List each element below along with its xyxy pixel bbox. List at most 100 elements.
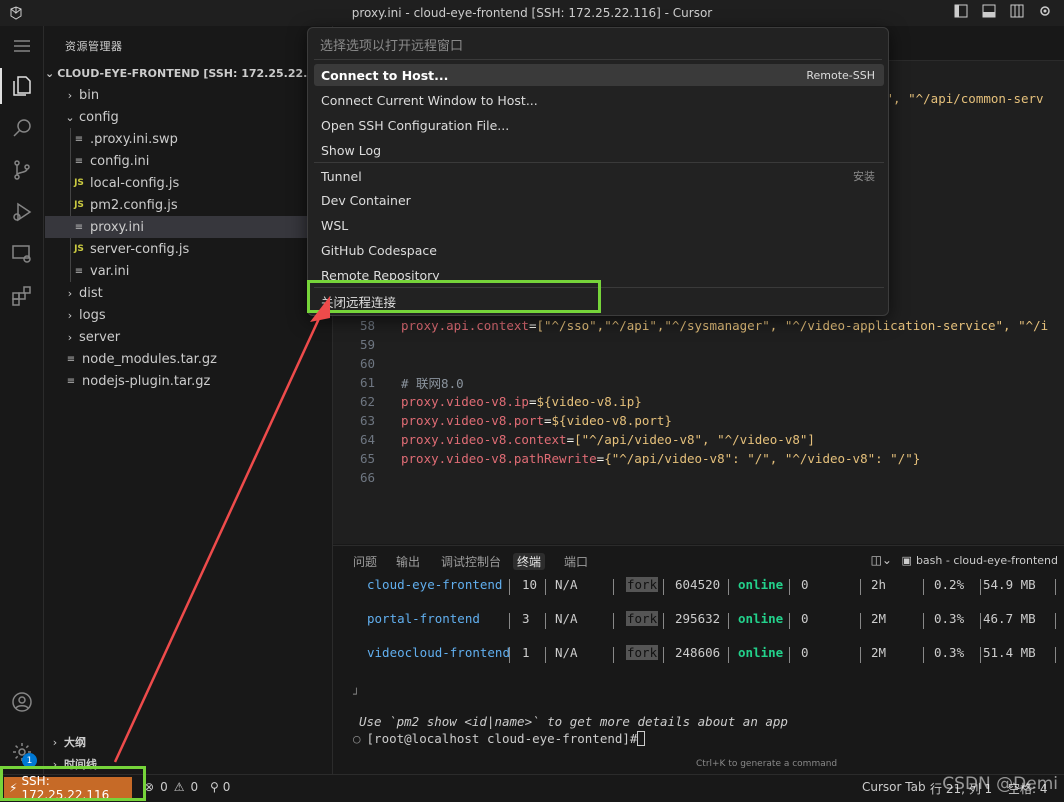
tree-item-label: dist	[79, 285, 103, 301]
process-restarts: 0	[801, 577, 809, 592]
code-equals: =	[596, 451, 605, 466]
chevron-right-icon: ›	[52, 757, 58, 771]
panel-tab[interactable]: 终端	[513, 553, 546, 570]
prompt-text: [root@localhost cloud-eye-frontend]#	[366, 731, 638, 746]
toggle-sidebar-icon[interactable]	[954, 4, 968, 22]
toggle-panel-icon[interactable]	[982, 4, 996, 22]
process-name: videocloud-frontend	[367, 645, 510, 660]
cursor-tab[interactable]: Cursor Tab	[862, 780, 926, 794]
tree-item-server[interactable]: › server	[45, 326, 333, 348]
panel-tab[interactable]: 端口	[564, 553, 588, 570]
explorer-title: 资源管理器	[65, 40, 123, 53]
bottom-panel: 问题 输出 调试控制台 终端 端口 ◫⌄ ▣ bash - cloud-eye-fron…	[333, 545, 1064, 774]
code-value: ${video-v8.port}	[551, 413, 672, 428]
code-comment: # 联网8.0	[401, 376, 464, 391]
activity-bar	[0, 26, 44, 774]
run-debug-icon[interactable]	[8, 198, 36, 226]
split-terminal-icon[interactable]: ◫⌄	[871, 553, 892, 567]
tree-item-label: pm2.config.js	[90, 197, 178, 213]
code-key: proxy.api.context	[401, 318, 529, 333]
source-control-icon[interactable]	[8, 156, 36, 184]
text-file-icon: ≡	[74, 221, 84, 233]
palette-item[interactable]: WSL	[314, 214, 884, 236]
workspace-root[interactable]: ⌄ CLOUD-EYE-FRONTEND [SSH: 172.25.22.116…	[45, 62, 335, 84]
code-line: 62 proxy.video-v8.ip = ${video-v8.ip}	[333, 392, 1064, 411]
remote-indicator[interactable]: ⚡ SSH: 172.25.22.116	[4, 774, 132, 802]
palette-item[interactable]: GitHub Codespace	[314, 239, 884, 261]
table-separator	[545, 613, 546, 629]
tree-item-dist[interactable]: › dist	[45, 282, 333, 304]
code-line: 59	[333, 335, 1064, 354]
tree-item-config-ini[interactable]: ≡ config.ini	[45, 150, 333, 172]
palette-input[interactable]	[314, 34, 882, 60]
terminal-name: bash - cloud-eye-frontend	[915, 554, 1058, 567]
table-separator	[789, 647, 790, 663]
ports-indicator[interactable]: ⚲ 0	[210, 780, 230, 794]
palette-item[interactable]: Connect Current Window to Host...	[314, 89, 884, 111]
process-pid: 604520	[675, 577, 721, 592]
tree-item-proxy-ini[interactable]: ≡ proxy.ini	[45, 216, 333, 238]
extensions-icon[interactable]	[8, 282, 36, 310]
explorer-icon[interactable]	[8, 72, 36, 100]
tree-item-node-modules-tar-gz[interactable]: ≡ node_modules.tar.gz	[45, 348, 333, 370]
tree-item-bin[interactable]: › bin	[45, 84, 333, 106]
palette-item[interactable]: Show Log	[314, 139, 884, 161]
tree-item-config[interactable]: ⌄ config	[45, 106, 333, 128]
panel-tab[interactable]: 问题	[353, 553, 377, 570]
chevron-down-icon: ⌄	[65, 110, 75, 124]
palette-item[interactable]: Dev Container	[314, 189, 884, 211]
settings-gear-icon[interactable]	[1038, 4, 1052, 22]
palette-item[interactable]: Open SSH Configuration File...	[314, 114, 884, 136]
palette-separator	[314, 287, 884, 288]
line-number: 66	[359, 470, 375, 485]
table-separator	[789, 579, 790, 595]
palette-item-detail: Remote-SSH	[806, 68, 875, 82]
shell-prompt[interactable]: ○ [root@localhost cloud-eye-frontend]#	[353, 731, 646, 746]
tree-item-label: .proxy.ini.swp	[90, 131, 178, 147]
process-uptime: 2h	[871, 577, 887, 592]
menu-icon[interactable]	[8, 32, 36, 60]
palette-item[interactable]: Tunnel 安装	[314, 165, 884, 187]
panel-tab[interactable]: 调试控制台	[441, 553, 501, 570]
code-value: ${video-v8.ip}	[536, 394, 642, 409]
terminal-cursor	[637, 731, 646, 746]
chevron-right-icon: ›	[67, 308, 73, 322]
tree-item-server-config-js[interactable]: JS server-config.js	[45, 238, 333, 260]
search-icon[interactable]	[8, 114, 36, 142]
accounts-icon[interactable]	[8, 688, 36, 716]
process-pid: 248606	[675, 645, 721, 660]
palette-item[interactable]: Remote Repository	[314, 264, 884, 286]
palette-item-detail: 安装	[853, 170, 875, 183]
javascript-file-icon: JS	[74, 244, 84, 254]
table-separator	[663, 613, 664, 629]
tree-item-proxy-ini-swp[interactable]: ≡ .proxy.ini.swp	[45, 128, 333, 150]
process-restarts: 0	[801, 645, 809, 660]
process-uptime: 2M	[871, 645, 887, 660]
problems-indicator[interactable]: ⊗ 0 ⚠ 0	[144, 780, 198, 794]
table-separator	[613, 613, 614, 629]
timeline-label: 时间线	[64, 758, 97, 771]
process-mode: fork	[626, 611, 659, 626]
tree-item-var-ini[interactable]: ≡ var.ini	[45, 260, 333, 282]
table-separator	[663, 579, 664, 595]
palette-item[interactable]: 关闭远程连接	[314, 290, 884, 312]
toggle-secondary-sidebar-icon[interactable]	[1010, 4, 1024, 22]
table-separator	[789, 613, 790, 629]
code-key: proxy.video-v8.context	[401, 432, 567, 447]
panel-tab[interactable]: 输出	[396, 553, 420, 570]
terminal-selector[interactable]: ▣ bash - cloud-eye-frontend	[902, 554, 1058, 567]
palette-item[interactable]: Connect to Host... Remote-SSH	[314, 64, 884, 86]
outline-section[interactable]: › 大纲	[45, 731, 333, 753]
timeline-section[interactable]: › 时间线	[45, 753, 333, 775]
tree-item-label: config.ini	[90, 153, 150, 169]
pm2-hint: Use `pm2 show <id|name>` to get more det…	[359, 714, 788, 729]
tree-item-pm2-config-js[interactable]: JS pm2.config.js	[45, 194, 333, 216]
table-separator	[509, 579, 510, 595]
tree-item-local-config-js[interactable]: JS local-config.js	[45, 172, 333, 194]
watermark: CSDN @Demi	[942, 774, 1058, 794]
remote-explorer-icon[interactable]	[8, 240, 36, 268]
remote-label: SSH: 172.25.22.116	[21, 774, 110, 802]
palette-item-label: Remote Repository	[321, 267, 440, 283]
tree-item-nodejs-plugin-tar-gz[interactable]: ≡ nodejs-plugin.tar.gz	[45, 370, 333, 392]
tree-item-logs[interactable]: › logs	[45, 304, 333, 326]
